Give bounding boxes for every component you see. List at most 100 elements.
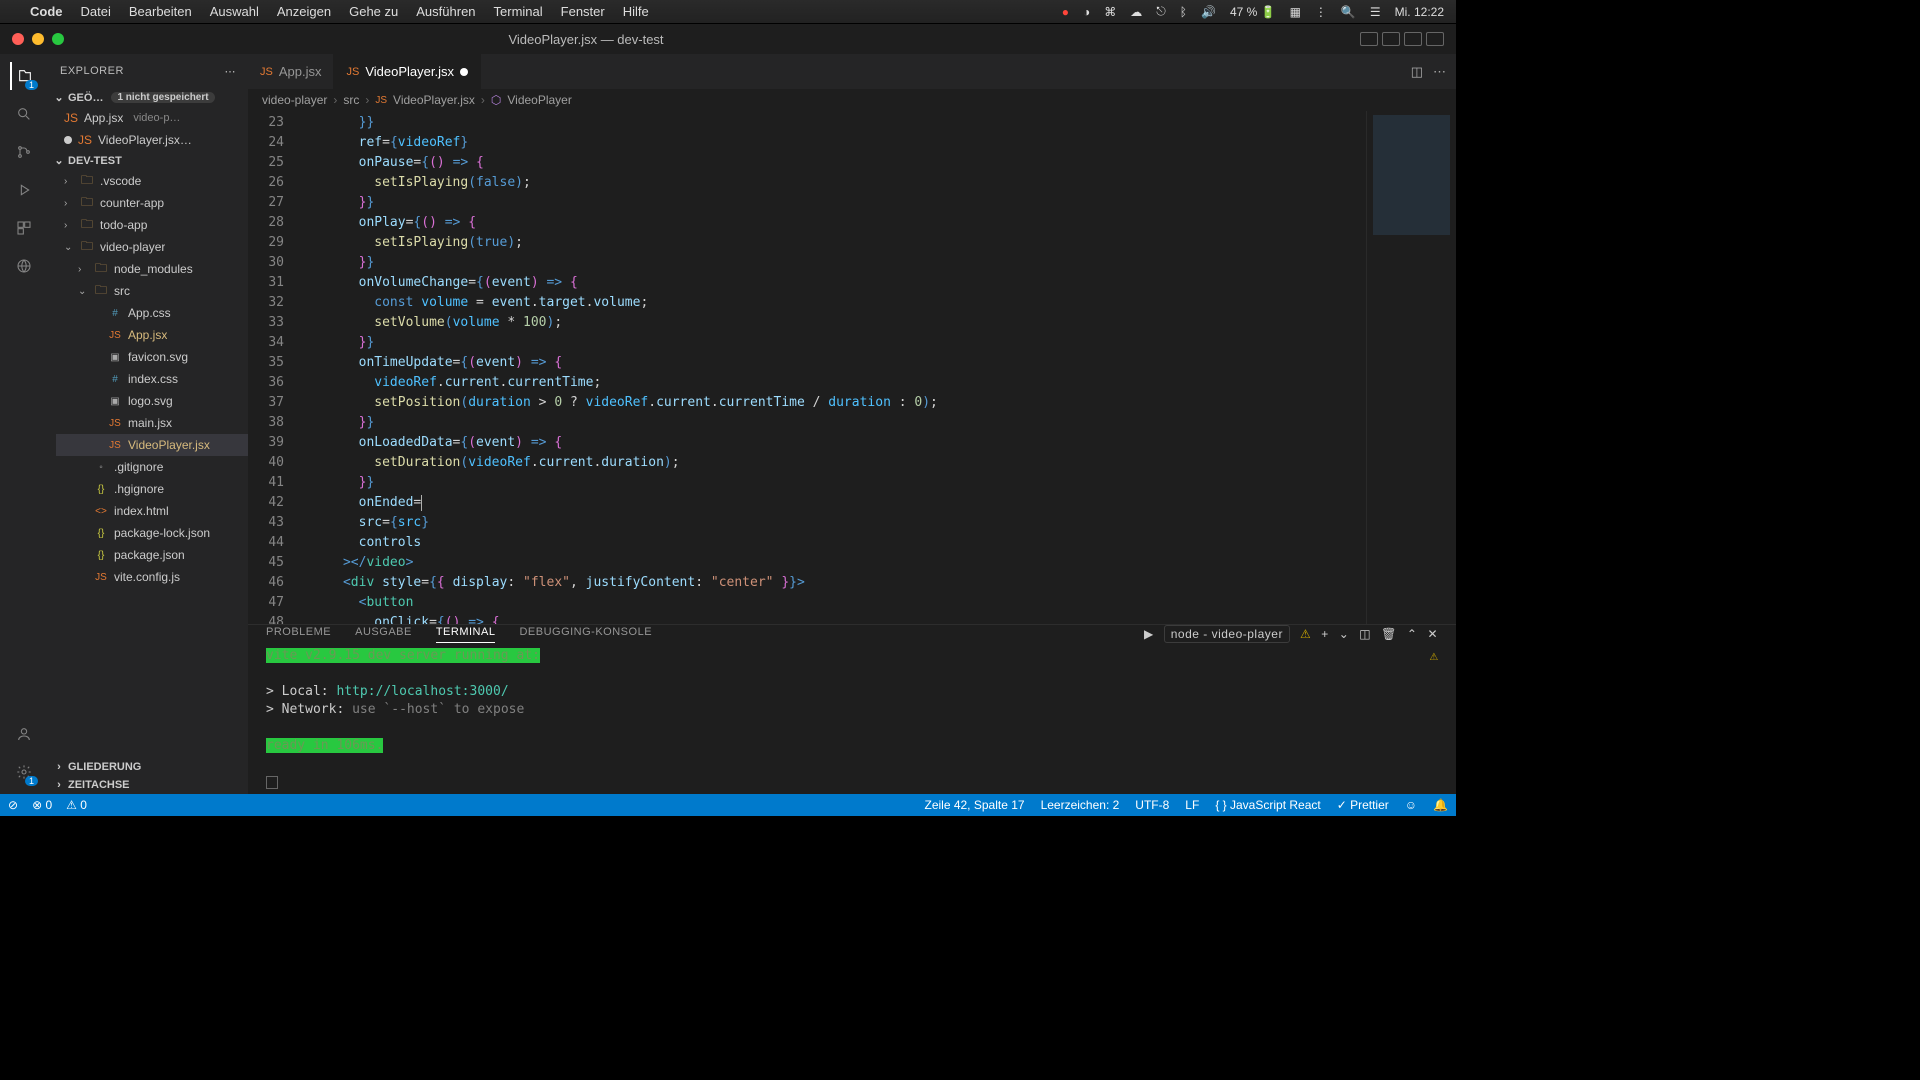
split-terminal-icon[interactable]: ◫ [1359, 627, 1371, 641]
tray-icon[interactable]: ▦ [1290, 5, 1301, 19]
breadcrumb-item[interactable]: src [343, 93, 359, 107]
timeline-section[interactable]: ›ZEITACHSE [48, 776, 248, 794]
folder-item[interactable]: ›🗀node_modules [56, 258, 248, 280]
language-mode[interactable]: { } JavaScript React [1215, 798, 1320, 812]
settings-icon[interactable]: 1 [10, 758, 38, 786]
wifi-icon[interactable]: ⋮ [1315, 5, 1327, 19]
warning-icon[interactable]: ⚠ [1300, 627, 1311, 641]
debug-icon[interactable] [10, 176, 38, 204]
battery-status[interactable]: 47 % 🔋 [1230, 5, 1276, 19]
extensions-icon[interactable] [10, 214, 38, 242]
status-icon[interactable]: ⌘ [1104, 5, 1116, 19]
status-icon[interactable]: ⎋ [1156, 4, 1166, 19]
workspace-section[interactable]: ⌄ DEV-TEST [48, 151, 248, 170]
file-item[interactable]: ▣logo.svg [56, 390, 248, 412]
menu-file[interactable]: Datei [81, 4, 111, 19]
file-item[interactable]: JSApp.jsx [56, 324, 248, 346]
cursor-position[interactable]: Zeile 42, Spalte 17 [924, 798, 1024, 812]
errors-count[interactable]: ⊗ 0 [32, 798, 52, 812]
bluetooth-icon[interactable]: ᛒ [1180, 5, 1187, 19]
panel-up-icon[interactable]: ⌃ [1407, 627, 1418, 641]
menu-terminal[interactable]: Terminal [494, 4, 543, 19]
panel-left-icon[interactable] [1360, 32, 1378, 46]
tab-videoplayer[interactable]: JS VideoPlayer.jsx [334, 54, 481, 89]
open-editor-item[interactable]: JS App.jsx video-p… [56, 107, 248, 129]
feedback-icon[interactable]: ☺ [1405, 798, 1417, 812]
tab-app[interactable]: JS App.jsx [248, 54, 334, 89]
minimap[interactable] [1366, 111, 1456, 624]
terminal-run-icon[interactable]: ▶ [1144, 627, 1154, 641]
terminal-selector[interactable]: node - video-player [1164, 625, 1290, 643]
file-item[interactable]: <>index.html [56, 500, 248, 522]
volume-icon[interactable]: 🔊 [1201, 5, 1216, 19]
panel-tab-problems[interactable]: PROBLEME [266, 626, 331, 642]
app-menu[interactable]: Code [30, 4, 63, 19]
explorer-icon[interactable]: 1 [10, 62, 38, 90]
menu-run[interactable]: Ausführen [416, 4, 475, 19]
encoding[interactable]: UTF-8 [1135, 798, 1169, 812]
menu-go[interactable]: Gehe zu [349, 4, 398, 19]
open-editor-item[interactable]: JS VideoPlayer.jsx… [56, 129, 248, 151]
menu-view[interactable]: Anzeigen [277, 4, 331, 19]
folder-item[interactable]: ⌄🗀video-player [56, 236, 248, 258]
file-item[interactable]: JSmain.jsx [56, 412, 248, 434]
record-icon[interactable]: ● [1062, 5, 1069, 19]
file-item[interactable]: #App.css [56, 302, 248, 324]
code-content[interactable]: }} ref={videoRef} onPause={() => { setIs… [296, 111, 1366, 624]
clock[interactable]: Mi. 12:22 [1395, 5, 1444, 19]
menu-selection[interactable]: Auswahl [210, 4, 259, 19]
layout-icon[interactable] [1426, 32, 1444, 46]
file-item[interactable]: JSvite.config.js [56, 566, 248, 588]
menu-help[interactable]: Hilfe [623, 4, 649, 19]
file-item[interactable]: #index.css [56, 368, 248, 390]
file-item[interactable]: {}.hgignore [56, 478, 248, 500]
indentation[interactable]: Leerzeichen: 2 [1041, 798, 1120, 812]
outline-section[interactable]: ›GLIEDERUNG [48, 758, 248, 776]
account-icon[interactable] [10, 720, 38, 748]
file-item[interactable]: ▣favicon.svg [56, 346, 248, 368]
sidebar-more-icon[interactable]: ⋯ [225, 65, 237, 78]
warnings-count[interactable]: ⚠ 0 [66, 798, 87, 812]
panel-tab-terminal[interactable]: TERMINAL [436, 626, 496, 643]
panel-tab-output[interactable]: AUSGABE [355, 626, 412, 642]
breadcrumb-item[interactable]: VideoPlayer.jsx [393, 93, 475, 107]
panel-bottom-icon[interactable] [1382, 32, 1400, 46]
search-icon[interactable] [10, 100, 38, 128]
control-center-icon[interactable]: ☰ [1370, 5, 1381, 19]
file-item[interactable]: {}package.json [56, 544, 248, 566]
kill-terminal-icon[interactable]: 🗑 [1381, 627, 1397, 641]
new-terminal-icon[interactable]: + [1321, 627, 1329, 641]
file-item[interactable]: ◦.gitignore [56, 456, 248, 478]
panel-right-icon[interactable] [1404, 32, 1422, 46]
terminal-dropdown-icon[interactable]: ⌄ [1339, 627, 1350, 641]
notifications-icon[interactable]: 🔔 [1433, 798, 1448, 812]
open-editors-section[interactable]: ⌄ GEÖ… 1 nicht gespeichert [48, 88, 248, 107]
terminal-link[interactable]: http://localhost:3000/ [336, 684, 508, 699]
panel-close-icon[interactable]: ✕ [1427, 627, 1438, 641]
split-editor-icon[interactable]: ◫ [1411, 64, 1423, 80]
status-icon[interactable]: ◑ [1083, 5, 1090, 19]
file-item[interactable]: {}package-lock.json [56, 522, 248, 544]
breadcrumb-item[interactable]: video-player [262, 93, 327, 107]
folder-item[interactable]: ›🗀counter-app [56, 192, 248, 214]
search-icon[interactable]: 🔍 [1341, 5, 1356, 19]
tab-more-icon[interactable]: ⋯ [1433, 64, 1446, 80]
menu-edit[interactable]: Bearbeiten [129, 4, 192, 19]
status-icon[interactable]: ☁ [1130, 5, 1142, 19]
file-item[interactable]: JSVideoPlayer.jsx [56, 434, 248, 456]
close-window[interactable] [12, 33, 24, 45]
minimize-window[interactable] [32, 33, 44, 45]
menu-window[interactable]: Fenster [561, 4, 605, 19]
eol[interactable]: LF [1185, 798, 1199, 812]
remote-icon[interactable] [10, 252, 38, 280]
maximize-window[interactable] [52, 33, 64, 45]
breadcrumb-item[interactable]: VideoPlayer [507, 93, 572, 107]
source-control-icon[interactable] [10, 138, 38, 166]
prettier-status[interactable]: ✓ Prettier [1337, 798, 1389, 812]
folder-item[interactable]: ⌄🗀src [56, 280, 248, 302]
remote-indicator[interactable]: ⊘ [8, 798, 18, 812]
panel-tab-debug[interactable]: DEBUGGING-KONSOLE [519, 626, 652, 642]
folder-item[interactable]: ›🗀.vscode [56, 170, 248, 192]
code-editor[interactable]: 23 24 25 26 27 28 29 30 31 32 33 34 35 3… [248, 111, 1456, 624]
breadcrumb[interactable]: video-player› src› JS VideoPlayer.jsx› ⬡… [248, 89, 1456, 111]
